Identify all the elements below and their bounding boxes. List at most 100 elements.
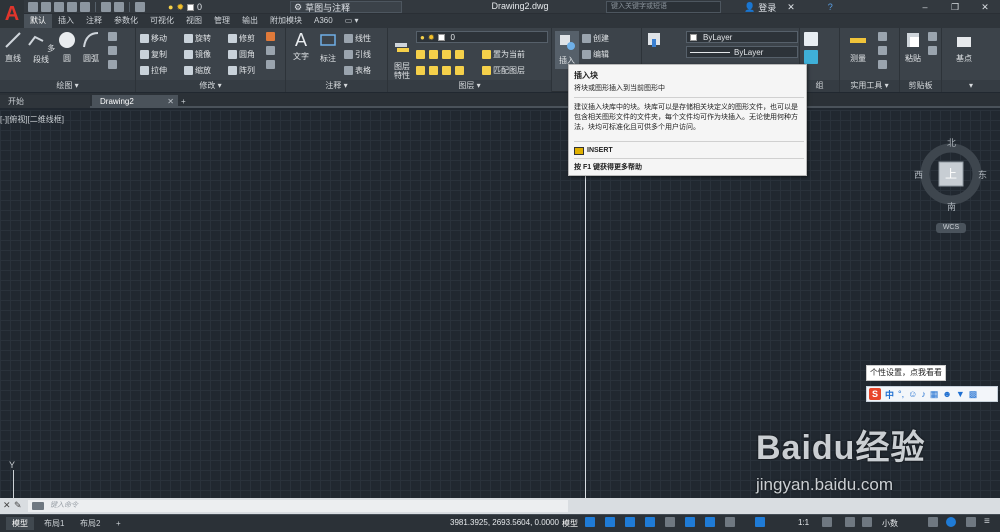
ortho-icon[interactable] xyxy=(625,517,635,527)
layer-walk-icon[interactable] xyxy=(455,66,464,75)
draw-panel-title[interactable]: 绘图 ▾ xyxy=(0,80,135,92)
ime-settings-popup[interactable]: 个性设置，点我看看 xyxy=(866,365,946,381)
workspace-dropdown[interactable]: ⚙ 草图与注释 xyxy=(290,1,402,13)
copy-button[interactable]: 复制 xyxy=(140,48,167,61)
annotation-scale-icon[interactable] xyxy=(755,517,765,527)
linear-button[interactable]: 线性 xyxy=(344,32,371,45)
layers-panel-title[interactable]: 图层 ▾ xyxy=(388,80,551,92)
units-value[interactable]: 小数 xyxy=(882,518,898,529)
save-as-icon[interactable] xyxy=(67,2,77,12)
qat-layer-dropdown[interactable]: ● ✹ 0 xyxy=(168,1,278,13)
tab-drawing2[interactable]: Drawing2 ✕ xyxy=(92,95,178,108)
layer-off-icon[interactable] xyxy=(416,50,425,59)
polyline-button[interactable]: 多段线 xyxy=(26,31,56,65)
new-file-icon[interactable] xyxy=(28,2,38,12)
microphone-icon[interactable]: ♪ xyxy=(921,389,926,399)
viewcube-face-top[interactable]: 上 xyxy=(945,165,957,182)
layer-state-icon[interactable] xyxy=(135,2,145,12)
lineweight-icon[interactable] xyxy=(725,517,735,527)
rectangle-icon[interactable] xyxy=(108,32,117,41)
boundary-icon[interactable] xyxy=(108,60,117,69)
arc-button[interactable]: 圆弧 xyxy=(80,31,102,64)
tab-layout1[interactable]: 布局1 xyxy=(38,517,70,530)
compass-east[interactable]: 东 xyxy=(978,168,987,181)
match-layer-button[interactable]: 匹配图层 xyxy=(482,64,525,77)
rotate-button[interactable]: 旋转 xyxy=(184,32,211,45)
linetype-dropdown[interactable]: ByLayer xyxy=(686,46,798,58)
redo-icon[interactable] xyxy=(114,2,124,12)
snap-icon[interactable] xyxy=(605,517,615,527)
save-icon[interactable] xyxy=(54,2,64,12)
workspace-switch-icon[interactable] xyxy=(822,517,832,527)
fillet-button[interactable]: 圆角 xyxy=(228,48,255,61)
print-icon[interactable] xyxy=(80,2,90,12)
keyboard-icon[interactable]: ▦ xyxy=(930,389,939,400)
signin-area[interactable]: 👤 登录 ✕ ? xyxy=(744,1,833,13)
quick-select-icon[interactable] xyxy=(878,32,887,41)
edit-block-button[interactable]: 编辑 xyxy=(582,48,609,61)
tab-start[interactable]: 开始 xyxy=(0,95,90,108)
compass-west[interactable]: 西 xyxy=(914,168,923,181)
tab-insert[interactable]: 插入 xyxy=(52,14,80,28)
ime-language[interactable]: 中 xyxy=(885,388,894,401)
annotation-scale-value[interactable]: 1:1 xyxy=(798,518,809,527)
polar-icon[interactable] xyxy=(645,517,655,527)
viewcube[interactable]: 北 南 东 西 上 WCS xyxy=(912,135,992,235)
customize-menu-icon[interactable]: ≡ xyxy=(984,516,990,527)
otrack-icon[interactable] xyxy=(685,517,695,527)
tab-parametric[interactable]: 参数化 xyxy=(108,14,144,28)
tab-addins[interactable]: 附加模块 xyxy=(264,14,308,28)
add-layout-button[interactable]: + xyxy=(110,517,127,530)
array-button[interactable]: 阵列 xyxy=(228,64,255,77)
table-button[interactable]: 表格 xyxy=(344,64,371,77)
command-history-icon[interactable] xyxy=(32,502,44,510)
new-tab-button[interactable]: + xyxy=(178,95,192,108)
layer-unisolate-icon[interactable] xyxy=(416,66,425,75)
color-dropdown[interactable]: ByLayer xyxy=(686,31,798,43)
layer-freeze-icon[interactable] xyxy=(442,50,451,59)
units-icon[interactable] xyxy=(862,517,872,527)
open-file-icon[interactable] xyxy=(41,2,51,12)
layer-lock-icon[interactable] xyxy=(455,50,464,59)
application-menu-button[interactable]: A xyxy=(0,0,24,28)
tab-visualize[interactable]: 可视化 xyxy=(144,14,180,28)
tab-default[interactable]: 默认 xyxy=(24,14,52,28)
sogou-icon[interactable]: S xyxy=(869,388,881,400)
compass-north[interactable]: 北 xyxy=(947,136,956,149)
grid-icon[interactable] xyxy=(585,517,595,527)
move-button[interactable]: 移动 xyxy=(140,32,167,45)
text-button[interactable]: A 文字 xyxy=(290,31,312,62)
help-icon[interactable]: ? xyxy=(828,2,833,12)
modify-panel-title[interactable]: 修改 ▾ xyxy=(136,80,285,92)
punct-icon[interactable]: °, xyxy=(898,389,904,399)
minimize-button[interactable]: – xyxy=(910,0,940,14)
scale-button[interactable]: 缩放 xyxy=(184,64,211,77)
layer-dropdown[interactable]: ● ✹ 0 xyxy=(416,31,548,43)
user-icon[interactable]: ☻ xyxy=(942,389,951,399)
measure-button[interactable]: 测量 xyxy=(844,31,872,64)
annotation-panel-title[interactable]: 注释 ▾ xyxy=(286,80,387,92)
model-space-toggle[interactable]: 模型 xyxy=(562,518,578,529)
layer-unlock-icon[interactable] xyxy=(442,66,451,75)
erase-icon[interactable] xyxy=(266,32,275,41)
fullscreen-icon[interactable] xyxy=(966,517,976,527)
tab-layout2[interactable]: 布局2 xyxy=(74,517,106,530)
tab-view[interactable]: 视图 xyxy=(180,14,208,28)
close-button[interactable]: ✕ xyxy=(970,0,1000,14)
create-block-button[interactable]: 创建 xyxy=(582,32,609,45)
explode-icon[interactable] xyxy=(266,46,275,55)
tab-output[interactable]: 输出 xyxy=(236,14,264,28)
customize-command-icon[interactable]: ✎ xyxy=(14,500,22,511)
utilities-panel-title[interactable]: 实用工具 ▾ xyxy=(840,80,899,92)
close-tab-icon[interactable]: ✕ xyxy=(167,95,174,108)
isolate-icon[interactable] xyxy=(946,517,956,527)
maximize-button[interactable]: ❐ xyxy=(940,0,970,14)
tab-extra[interactable]: ▭ ▾ xyxy=(339,14,365,28)
exchange-icon[interactable]: ✕ xyxy=(787,2,795,13)
skin-icon[interactable]: ▼ xyxy=(956,389,965,399)
plus-icon[interactable] xyxy=(845,517,855,527)
set-current-button[interactable]: 置为当前 xyxy=(482,48,525,61)
circle-button[interactable]: 圆 xyxy=(56,31,78,64)
leader-button[interactable]: 引线 xyxy=(344,48,371,61)
coordinates-readout[interactable]: 3981.3925, 2693.5604, 0.0000 xyxy=(450,518,559,527)
